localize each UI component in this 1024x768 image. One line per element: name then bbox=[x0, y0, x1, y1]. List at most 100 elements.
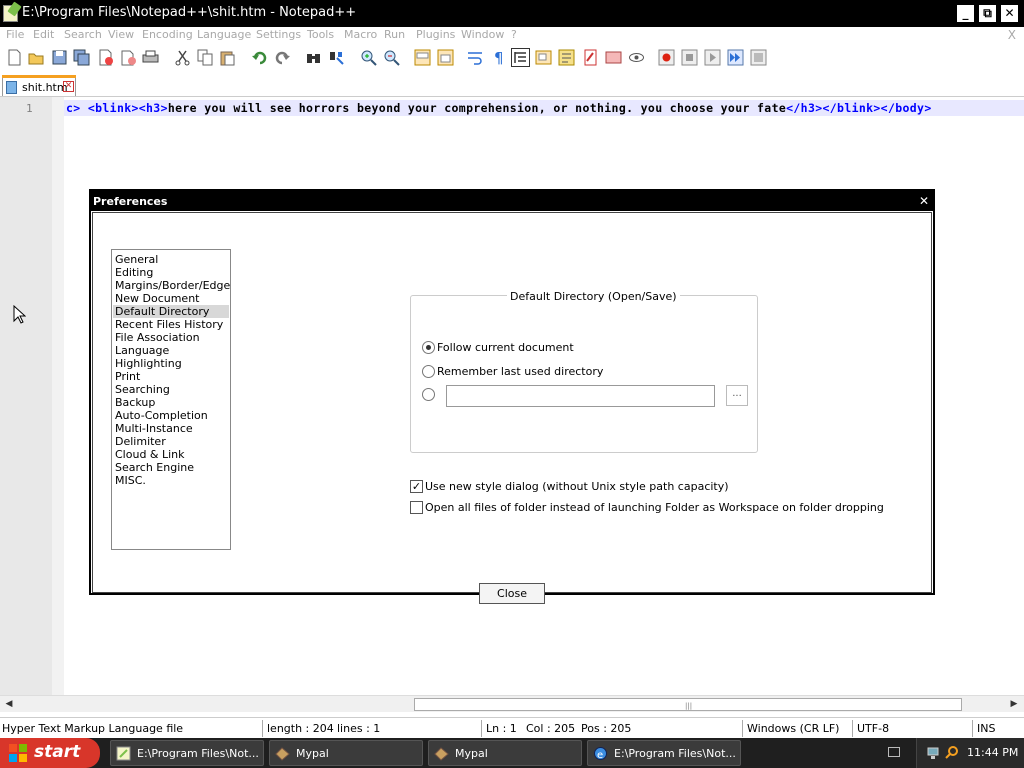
category-item-default-directory[interactable]: Default Directory bbox=[113, 305, 229, 318]
taskbar-item-mypal[interactable]: Mypal bbox=[269, 740, 423, 766]
category-item-delimiter[interactable]: Delimiter bbox=[113, 435, 229, 448]
category-item-print[interactable]: Print bbox=[113, 370, 229, 383]
browse-button[interactable]: ... bbox=[726, 385, 748, 406]
tab-shit-htm[interactable]: shit.htm ✕ bbox=[2, 75, 76, 96]
status-eol[interactable]: Windows (CR LF) bbox=[747, 722, 839, 735]
start-button[interactable]: start bbox=[0, 738, 100, 768]
close-document-icon[interactable]: X bbox=[1008, 28, 1016, 42]
checkbox-new-style-dialog-label[interactable]: Use new style dialog (without Unix style… bbox=[425, 480, 729, 493]
minimize-button[interactable]: _ bbox=[957, 5, 974, 22]
menu-macro[interactable]: Macro bbox=[344, 28, 377, 41]
menu-file[interactable]: File bbox=[6, 28, 24, 41]
maximize-button[interactable]: ⧉ bbox=[979, 5, 996, 22]
status-insert-mode[interactable]: INS bbox=[977, 722, 995, 735]
window-title-bar[interactable]: E:\Program Files\Notepad++\shit.htm - No… bbox=[0, 0, 1024, 27]
show-all-chars-icon[interactable]: ¶ bbox=[490, 49, 507, 67]
folder-workspace-icon[interactable] bbox=[582, 49, 599, 66]
menu-tools[interactable]: Tools bbox=[307, 28, 334, 41]
menu-settings[interactable]: Settings bbox=[256, 28, 301, 41]
find-icon[interactable] bbox=[305, 49, 322, 66]
monitor-icon[interactable] bbox=[605, 49, 622, 66]
directory-path-input[interactable] bbox=[446, 385, 715, 407]
function-list-icon[interactable] bbox=[558, 49, 575, 66]
save-macro-icon[interactable] bbox=[750, 49, 767, 66]
category-item-new-document[interactable]: New Document bbox=[113, 292, 229, 305]
record-macro-icon[interactable] bbox=[658, 49, 675, 66]
open-file-icon[interactable] bbox=[28, 49, 45, 66]
print-icon[interactable] bbox=[142, 49, 159, 66]
category-item-searching[interactable]: Searching bbox=[113, 383, 229, 396]
sync-horizontal-icon[interactable] bbox=[437, 49, 454, 66]
menu-language[interactable]: Language bbox=[197, 28, 251, 41]
menu-encoding[interactable]: Encoding bbox=[142, 28, 193, 41]
menu-window[interactable]: Window bbox=[461, 28, 504, 41]
category-item-multi-instance[interactable]: Multi-Instance bbox=[113, 422, 229, 435]
category-item-cloud-link[interactable]: Cloud & Link bbox=[113, 448, 229, 461]
radio-custom-directory[interactable] bbox=[422, 388, 435, 401]
zoom-out-icon[interactable] bbox=[383, 49, 400, 66]
category-item-highlighting[interactable]: Highlighting bbox=[113, 357, 229, 370]
replace-icon[interactable] bbox=[328, 49, 345, 66]
menu-run[interactable]: Run bbox=[384, 28, 405, 41]
paste-icon[interactable] bbox=[219, 49, 236, 66]
menu-view[interactable]: View bbox=[108, 28, 134, 41]
radio-remember-last[interactable] bbox=[422, 365, 435, 378]
copy-icon[interactable] bbox=[197, 49, 214, 66]
fold-margin[interactable] bbox=[52, 97, 64, 696]
stop-record-icon[interactable] bbox=[681, 49, 698, 66]
tab-close-icon[interactable]: ✕ bbox=[63, 81, 74, 92]
play-macro-icon[interactable] bbox=[704, 49, 721, 66]
checkbox-open-all-files-label[interactable]: Open all files of folder instead of laun… bbox=[425, 501, 884, 514]
search-icon[interactable] bbox=[945, 745, 959, 759]
sync-vertical-icon[interactable] bbox=[414, 49, 431, 66]
close-button[interactable]: Close bbox=[479, 583, 545, 604]
close-icon[interactable] bbox=[97, 49, 114, 66]
save-icon[interactable] bbox=[51, 49, 68, 66]
dialog-close-icon[interactable]: ✕ bbox=[919, 194, 929, 208]
redo-icon[interactable] bbox=[274, 49, 291, 66]
radio-remember-last-label[interactable]: Remember last used directory bbox=[437, 365, 603, 378]
network-icon[interactable] bbox=[927, 746, 939, 760]
category-item-recent-files[interactable]: Recent Files History bbox=[113, 318, 229, 331]
close-window-button[interactable]: ✕ bbox=[1001, 5, 1018, 22]
taskbar-item-notepad[interactable]: E:\Program Files\Not... bbox=[110, 740, 264, 766]
indent-guide-icon[interactable] bbox=[511, 48, 530, 67]
new-file-icon[interactable] bbox=[6, 49, 23, 66]
word-wrap-icon[interactable] bbox=[467, 49, 484, 66]
clock[interactable]: 11:44 PM bbox=[967, 746, 1018, 759]
status-encoding[interactable]: UTF-8 bbox=[857, 722, 889, 735]
category-item-search-engine[interactable]: Search Engine bbox=[113, 461, 229, 474]
checkbox-new-style-dialog[interactable]: ✓ bbox=[410, 480, 423, 493]
radio-follow-current-label[interactable]: Follow current document bbox=[437, 341, 574, 354]
menu-help[interactable]: ? bbox=[511, 28, 517, 41]
cut-icon[interactable] bbox=[174, 49, 191, 66]
zoom-in-icon[interactable] bbox=[360, 49, 377, 66]
scroll-right-icon[interactable]: ▶ bbox=[1006, 697, 1022, 712]
dialog-title-bar[interactable]: Preferences ✕ bbox=[91, 191, 933, 211]
category-item-language[interactable]: Language bbox=[113, 344, 229, 357]
scrollbar-thumb[interactable]: ||| bbox=[414, 698, 962, 711]
category-item-margins[interactable]: Margins/Border/Edge bbox=[113, 279, 230, 292]
menu-plugins[interactable]: Plugins bbox=[416, 28, 455, 41]
category-item-misc[interactable]: MISC. bbox=[113, 474, 229, 487]
code-line[interactable]: c> <blink><h3>here you will see horrors … bbox=[66, 101, 932, 115]
save-all-icon[interactable] bbox=[73, 49, 90, 66]
scroll-left-icon[interactable]: ◀ bbox=[1, 697, 17, 712]
category-item-editing[interactable]: Editing bbox=[113, 266, 229, 279]
close-all-icon[interactable] bbox=[120, 49, 137, 66]
taskbar-item-explorer[interactable]: e E:\Program Files\Not... bbox=[587, 740, 741, 766]
category-list[interactable]: General Editing Margins/Border/Edge New … bbox=[111, 249, 231, 550]
menu-edit[interactable]: Edit bbox=[33, 28, 54, 41]
eye-icon[interactable] bbox=[628, 49, 645, 66]
category-item-general[interactable]: General bbox=[113, 253, 229, 266]
keyboard-icon[interactable] bbox=[888, 747, 900, 757]
checkbox-open-all-files[interactable] bbox=[410, 501, 423, 514]
undo-icon[interactable] bbox=[251, 49, 268, 66]
horizontal-scrollbar[interactable]: ◀ ||| ▶ bbox=[0, 695, 1024, 712]
radio-follow-current[interactable] bbox=[422, 341, 435, 354]
category-item-auto-completion[interactable]: Auto-Completion bbox=[113, 409, 229, 422]
menu-search[interactable]: Search bbox=[64, 28, 102, 41]
category-item-file-association[interactable]: File Association bbox=[113, 331, 229, 344]
run-macro-multiple-icon[interactable] bbox=[727, 49, 744, 66]
taskbar-item-mypal[interactable]: Mypal bbox=[428, 740, 582, 766]
